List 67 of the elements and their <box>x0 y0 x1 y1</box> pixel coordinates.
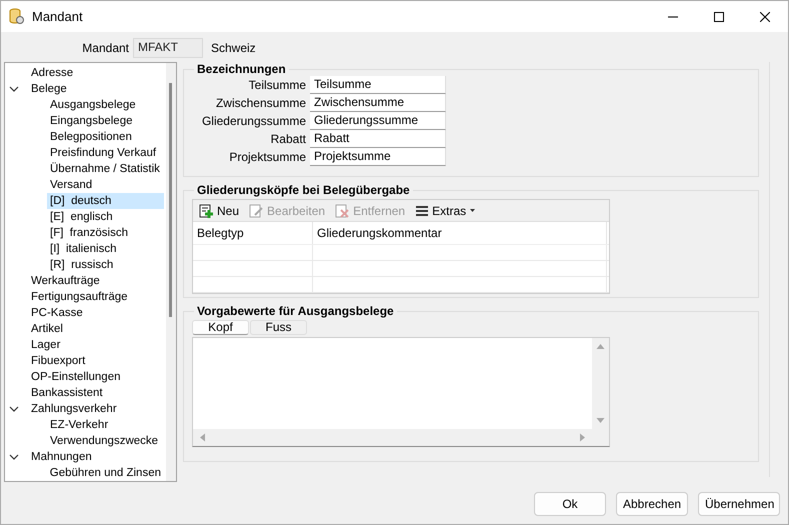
tree-item[interactable]: Adresse <box>28 65 76 81</box>
tree-item[interactable]: Werkaufträge <box>28 273 103 289</box>
text-field[interactable]: Projektsumme <box>310 148 446 166</box>
table-cell: Gliederungskommentar <box>313 222 607 244</box>
tree-item[interactable]: Zahlungsverkehr <box>28 401 120 417</box>
dialog-button[interactable]: Abbrechen <box>616 492 688 516</box>
chevron-icon[interactable] <box>9 404 19 414</box>
tab[interactable]: Fuss <box>250 320 307 335</box>
database-gear-icon <box>8 8 25 25</box>
scroll-up-icon[interactable] <box>596 343 605 350</box>
group-title: Bezeichnungen <box>196 62 287 76</box>
tree-item[interactable]: Belegpositionen <box>47 129 135 145</box>
scroll-down-icon[interactable] <box>596 417 605 424</box>
tree-item[interactable]: Gebühren und Zinsen <box>46 465 164 481</box>
tree-item[interactable]: EZ-Verkehr <box>47 417 112 433</box>
tree-item[interactable]: [I] italienisch <box>47 241 120 257</box>
tree-item[interactable]: Belege <box>28 81 70 97</box>
maximize-icon <box>714 12 724 22</box>
close-icon <box>760 12 770 22</box>
tree-item[interactable]: Fibuexport <box>28 353 88 369</box>
chevron-icon[interactable] <box>9 452 19 462</box>
text-field[interactable]: Teilsumme <box>310 76 446 94</box>
tab[interactable]: Kopf <box>192 320 249 335</box>
tree-item[interactable]: [R] russisch <box>47 257 116 273</box>
field-label: Zwischensumme <box>214 96 307 110</box>
menu-icon <box>415 204 430 216</box>
group-title: Gliederungsköpfe bei Belegübergabe <box>196 183 411 197</box>
text-field[interactable]: Zwischensumme <box>310 94 446 112</box>
tree-item[interactable]: Fertigungsaufträge <box>28 289 131 305</box>
text-field[interactable]: Gliederungssumme <box>310 112 446 130</box>
delete-document-icon <box>335 204 350 218</box>
field-label: Mandant <box>81 40 129 54</box>
tree-item[interactable]: Lager <box>28 337 64 353</box>
tree-item[interactable]: Übernahme / Statistik <box>47 161 163 177</box>
mandant-field[interactable]: MFAKT <box>133 38 203 58</box>
dialog-button[interactable]: Ok <box>534 492 606 516</box>
tree-item[interactable]: [E] englisch <box>47 209 116 225</box>
chevron-icon[interactable] <box>9 84 19 94</box>
dialog-button[interactable]: Übernehmen <box>698 492 780 516</box>
text-field[interactable]: Rabatt <box>310 130 446 148</box>
field-label: Projektsumme <box>228 150 307 164</box>
scroll-left-icon[interactable] <box>199 433 206 442</box>
mandant-name: Schweiz <box>211 40 256 54</box>
edit-document-icon <box>249 204 264 218</box>
tree-item[interactable]: Bankassistent <box>28 385 106 401</box>
window-title: Mandant <box>32 9 84 24</box>
tree-item[interactable]: Artikel <box>28 321 66 337</box>
toolbar-button[interactable]: Neu <box>197 204 242 218</box>
tree-item[interactable]: Mahnungen <box>28 449 95 465</box>
tree-item[interactable]: PC-Kasse <box>28 305 86 321</box>
tree-item[interactable]: Preisfindung Verkauf <box>47 145 160 161</box>
field-label: Rabatt <box>270 132 307 146</box>
table-cell: Belegtyp <box>193 222 313 244</box>
toolbar-button[interactable]: Extras <box>413 204 478 218</box>
field-label: Teilsumme <box>248 78 307 92</box>
tree-item[interactable]: Verwendungszwecke <box>47 433 162 449</box>
scroll-right-icon[interactable] <box>579 433 586 442</box>
caret-icon <box>469 208 476 213</box>
scrollbar[interactable] <box>166 63 176 481</box>
group-title: Vorgabewerte für Ausgangsbelege <box>196 304 395 318</box>
add-document-icon <box>199 204 214 218</box>
field-label: Gliederungssumme <box>200 114 307 128</box>
tree-item[interactable]: Ausgangsbelege <box>47 97 139 113</box>
tree-item[interactable]: Versand <box>47 177 96 193</box>
tree-item[interactable]: [F] französisch <box>47 225 131 241</box>
tree-item[interactable]: OP-Einstellungen <box>28 369 124 385</box>
tree-item[interactable]: Eingangsbelege <box>47 113 136 129</box>
